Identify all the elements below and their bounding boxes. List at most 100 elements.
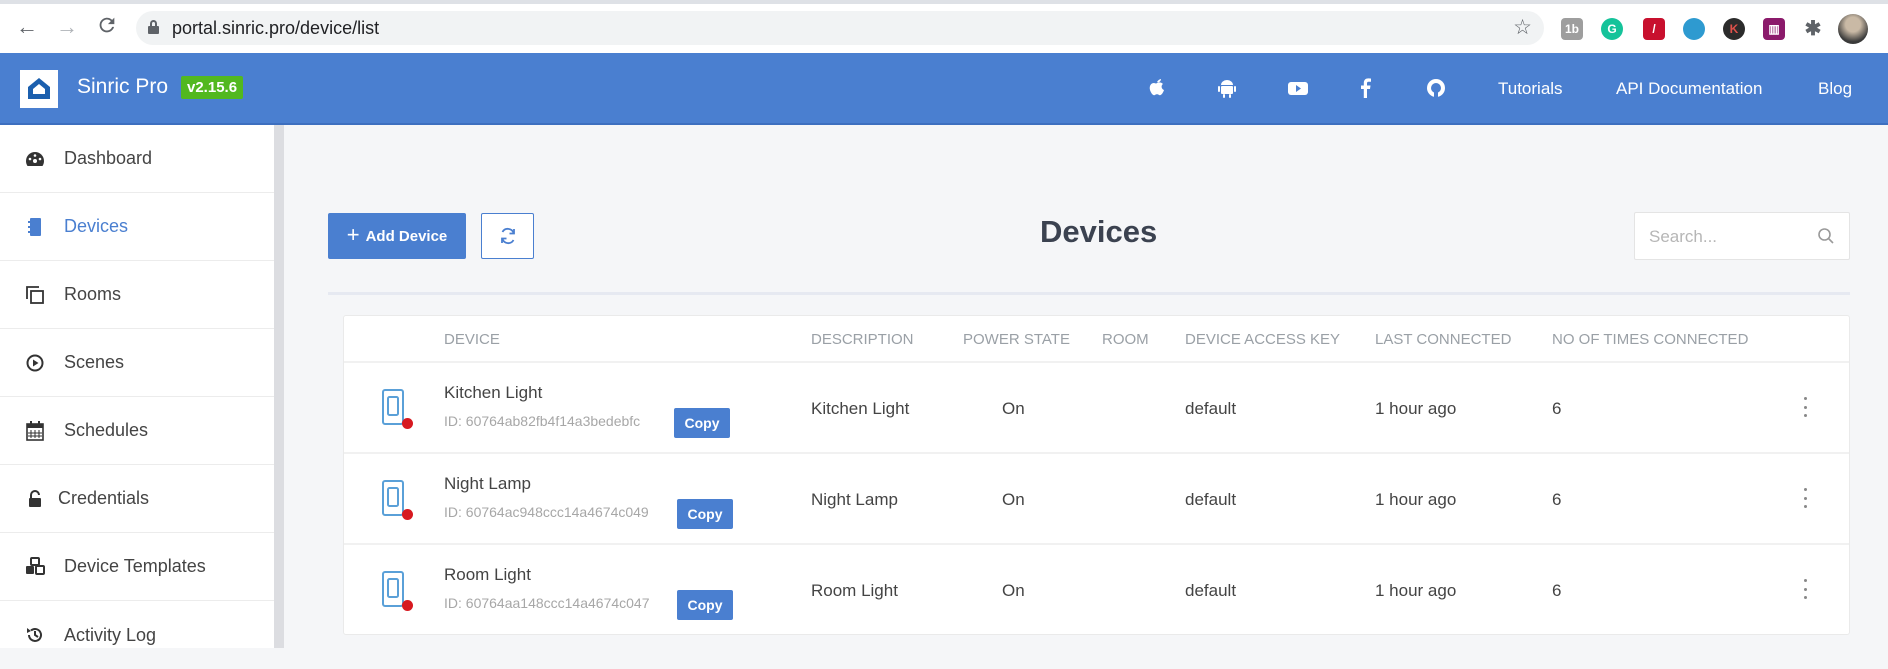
- unlock-icon: [24, 488, 46, 510]
- bookmark-star-icon[interactable]: ☆: [1513, 15, 1532, 40]
- search-input[interactable]: [1649, 225, 1809, 249]
- sidebar-item-devices[interactable]: Devices: [0, 193, 274, 261]
- version-badge: v2.15.6: [181, 76, 244, 99]
- device-last-connected: 1 hour ago: [1375, 399, 1457, 418]
- pdf-extension-icon[interactable]: /: [1643, 18, 1665, 40]
- sidebar-item-scenes[interactable]: Scenes: [0, 329, 274, 397]
- tutorials-link[interactable]: Tutorials: [1498, 79, 1563, 99]
- offline-status-dot: [402, 509, 413, 520]
- sidebar-item-schedules[interactable]: Schedules: [0, 397, 274, 465]
- device-name[interactable]: Room Light: [444, 565, 531, 585]
- copy-id-button[interactable]: Copy: [677, 499, 733, 529]
- facebook-icon[interactable]: [1354, 77, 1376, 99]
- device-access-key: default: [1185, 490, 1237, 509]
- device-last-connected: 1 hour ago: [1375, 581, 1457, 600]
- column-header-times-connected[interactable]: No of Times Connected: [1552, 331, 1748, 348]
- sidebar-item-rooms[interactable]: Rooms: [0, 261, 274, 329]
- sidebar-item-label: Rooms: [64, 284, 122, 304]
- row-menu-icon[interactable]: [1801, 397, 1809, 417]
- device-times-connected: 6: [1552, 399, 1562, 418]
- copy-id-button[interactable]: Copy: [677, 590, 733, 620]
- sidebar-item-label: Credentials: [58, 488, 150, 508]
- search-box[interactable]: [1634, 212, 1850, 260]
- grammarly-extension-icon[interactable]: G: [1601, 18, 1623, 40]
- sidebar-item-credentials[interactable]: Credentials: [0, 465, 274, 533]
- youtube-icon[interactable]: [1287, 77, 1309, 99]
- brand-name[interactable]: Sinric Pro: [77, 75, 168, 99]
- table-row[interactable]: Kitchen Light ID: 60764ab82fb4f14a3bedeb…: [344, 363, 1849, 454]
- sidebar-item-label: Scenes: [64, 352, 125, 372]
- history-icon: [24, 624, 46, 646]
- sidebar-item-device-templates[interactable]: Device Templates: [0, 533, 274, 601]
- device-name[interactable]: Night Lamp: [444, 474, 531, 494]
- reload-button[interactable]: [94, 14, 120, 40]
- chart-extension-icon[interactable]: ▥: [1763, 18, 1785, 40]
- refresh-icon: [500, 227, 515, 245]
- sidebar-item-label: Activity Log: [64, 624, 157, 645]
- toolbar-divider: [328, 292, 1850, 295]
- add-device-button[interactable]: + Add Device: [328, 213, 466, 259]
- device-times-connected: 6: [1552, 581, 1562, 600]
- page-title: Devices: [1040, 214, 1158, 249]
- device-id: ID: 60764ac948ccc14a4674c049: [444, 504, 649, 520]
- device-id: ID: 60764aa148ccc14a4674c047: [444, 595, 650, 611]
- calendar-icon: [24, 420, 46, 442]
- blog-link[interactable]: Blog: [1818, 79, 1852, 99]
- search-icon[interactable]: [1817, 227, 1835, 245]
- sidebar: Dashboard Devices Rooms Scenes Schedules…: [0, 125, 284, 648]
- sidebar-item-activity-log[interactable]: Activity Log: [0, 601, 274, 669]
- app-header: Sinric Pro v2.15.6 Tutorials API Documen…: [0, 53, 1888, 125]
- android-icon[interactable]: [1216, 77, 1238, 99]
- profile-avatar[interactable]: [1838, 14, 1868, 44]
- add-device-label: Add Device: [365, 227, 448, 245]
- column-header-power-state[interactable]: Power State: [963, 331, 1070, 348]
- column-header-device[interactable]: Device: [444, 331, 500, 348]
- column-header-last-connected[interactable]: Last Connected: [1375, 331, 1511, 348]
- table-header: Device Description Power State Room Devi…: [344, 316, 1849, 363]
- github-icon[interactable]: [1425, 77, 1447, 99]
- device-times-connected: 6: [1552, 490, 1562, 509]
- device-access-key: default: [1185, 399, 1237, 418]
- home-icon: [28, 78, 50, 99]
- device-power-state: On: [1002, 490, 1025, 509]
- table-row[interactable]: Night Lamp ID: 60764ac948ccc14a4674c049 …: [344, 454, 1849, 545]
- sidebar-item-dashboard[interactable]: Dashboard: [0, 125, 274, 193]
- sinric-logo[interactable]: [20, 70, 58, 108]
- extensions-puzzle-icon[interactable]: ✱: [1802, 18, 1824, 40]
- row-menu-icon[interactable]: [1801, 579, 1809, 599]
- device-description: Kitchen Light: [811, 399, 910, 418]
- back-button[interactable]: ←: [14, 14, 40, 40]
- column-header-room[interactable]: Room: [1102, 331, 1149, 348]
- row-menu-icon[interactable]: [1801, 488, 1809, 508]
- column-header-description[interactable]: Description: [811, 331, 914, 348]
- plus-icon: +: [346, 222, 360, 247]
- address-bar[interactable]: portal.sinric.pro/device/list ☆: [136, 11, 1544, 45]
- dashboard-icon: [24, 148, 46, 170]
- 1b-extension-icon[interactable]: 1b: [1561, 18, 1583, 40]
- device-power-state: On: [1002, 581, 1025, 600]
- sidebar-item-label: Schedules: [64, 420, 149, 440]
- device-description: Night Lamp: [811, 490, 898, 509]
- apple-icon[interactable]: [1146, 77, 1168, 99]
- offline-status-dot: [402, 418, 413, 429]
- device-name[interactable]: Kitchen Light: [444, 383, 542, 403]
- devices-icon: [24, 216, 46, 238]
- reload-icon: [99, 17, 115, 33]
- api-documentation-link[interactable]: API Documentation: [1616, 79, 1762, 99]
- column-header-access-key[interactable]: Device Access Key: [1185, 331, 1340, 348]
- switch-device-icon: [382, 480, 404, 516]
- device-access-key: default: [1185, 581, 1237, 600]
- cubes-icon: [24, 556, 46, 578]
- refresh-button[interactable]: [481, 213, 534, 259]
- url-text: portal.sinric.pro/device/list: [172, 18, 380, 38]
- scenes-icon: [24, 352, 46, 374]
- forward-button[interactable]: →: [54, 14, 80, 40]
- browser-toolbar: ← → portal.sinric.pro/device/list ☆ 1b G…: [0, 0, 1888, 53]
- globe-extension-icon[interactable]: [1683, 18, 1705, 40]
- sidebar-item-label: Dashboard: [64, 148, 153, 168]
- lock-icon: [148, 20, 159, 34]
- k-extension-icon[interactable]: K: [1723, 18, 1745, 40]
- device-last-connected: 1 hour ago: [1375, 490, 1457, 509]
- table-row[interactable]: Room Light ID: 60764aa148ccc14a4674c047 …: [344, 545, 1849, 636]
- copy-id-button[interactable]: Copy: [674, 408, 730, 438]
